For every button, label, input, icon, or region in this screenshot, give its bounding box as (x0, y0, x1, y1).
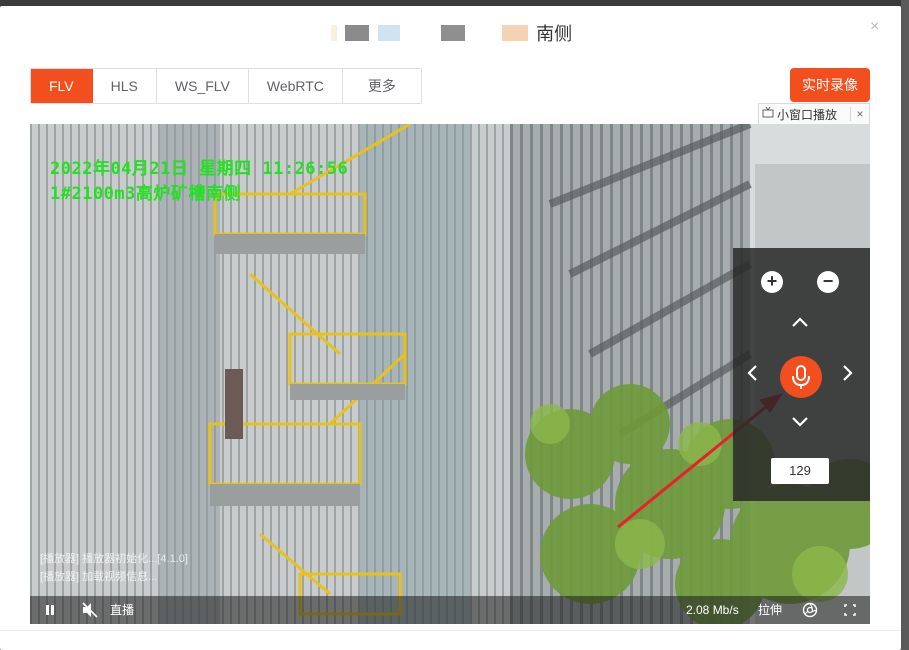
screenshot-button[interactable] (802, 596, 818, 624)
fullscreen-button[interactable] (844, 596, 856, 624)
player-log: [播放器] 播放器初始化...[4.1.0] [播放器] 加载视频信息... (40, 550, 188, 586)
muted-speaker-icon (82, 602, 98, 618)
pan-right-button[interactable] (836, 363, 860, 387)
tab-flv[interactable]: FLV (31, 69, 93, 103)
chevron-left-icon (747, 365, 757, 381)
tab-hls[interactable]: HLS (92, 69, 157, 103)
redacted-text (345, 25, 370, 41)
mini-window-play-button[interactable]: 小窗口播放 × (758, 103, 870, 125)
chevron-up-icon (792, 317, 808, 327)
pan-down-button[interactable] (788, 411, 812, 435)
zoom-in-button[interactable]: + (761, 271, 783, 293)
stream-protocol-tabs: FLV HLS WS_FLV WebRTC 更多 (30, 68, 422, 104)
chevron-right-icon (843, 365, 853, 381)
dialog-title-text: 南侧 (536, 24, 573, 44)
tv-icon (759, 106, 777, 121)
realtime-record-button[interactable]: 实时录像 (790, 68, 870, 102)
chevron-down-icon (792, 417, 808, 427)
player-control-bar: 直播 2.08 Mb/s 拉伸 (30, 596, 870, 624)
page-scroll-edge (901, 0, 909, 650)
tab-ws-flv[interactable]: WS_FLV (156, 69, 249, 103)
stretch-button[interactable]: 拉伸 (758, 596, 782, 624)
close-dialog-button[interactable]: × (870, 18, 879, 36)
dialog-title: 南侧 (0, 20, 901, 54)
pause-button[interactable] (44, 596, 56, 624)
osd-datetime: 2022年04月21日 星期四 11:26:56 (50, 159, 349, 179)
redacted-text (330, 25, 337, 41)
tab-webrtc[interactable]: WebRTC (248, 69, 343, 103)
player-log-line: [播放器] 播放器初始化...[4.1.0] (40, 553, 188, 565)
pan-left-button[interactable] (740, 363, 764, 387)
tab-more[interactable]: 更多 (342, 69, 421, 103)
talk-button[interactable] (780, 356, 822, 398)
dialog-divider (0, 630, 901, 631)
ptz-speed-input[interactable]: 129 (771, 458, 829, 484)
zoom-out-button[interactable]: − (817, 271, 839, 293)
video-player[interactable]: 2022年04月21日 星期四 11:26:56 1#2100m3高炉矿槽南侧 … (30, 124, 870, 624)
redacted-text (440, 25, 465, 41)
player-log-line: [播放器] 加载视频信息... (40, 571, 158, 583)
pan-up-button[interactable] (788, 311, 812, 335)
microphone-icon (792, 365, 810, 389)
video-dialog: 南侧 × FLV HLS WS_FLV WebRTC 更多 实时录像 小窗口播放… (0, 6, 901, 650)
camera-shutter-icon (802, 602, 818, 618)
redacted-text (377, 25, 400, 41)
fullscreen-icon (844, 604, 856, 616)
bitrate-label: 2.08 Mb/s (686, 603, 739, 617)
pause-icon (46, 605, 54, 615)
mute-button[interactable] (82, 596, 98, 624)
live-label: 直播 (110, 603, 135, 617)
redacted-text (501, 25, 528, 41)
osd-location: 1#2100m3高炉矿槽南侧 (50, 184, 241, 204)
mini-window-label: 小窗口播放 (777, 107, 838, 122)
close-mini-window-icon[interactable]: × (850, 107, 869, 121)
ptz-control-panel: + − 129 (733, 248, 870, 501)
